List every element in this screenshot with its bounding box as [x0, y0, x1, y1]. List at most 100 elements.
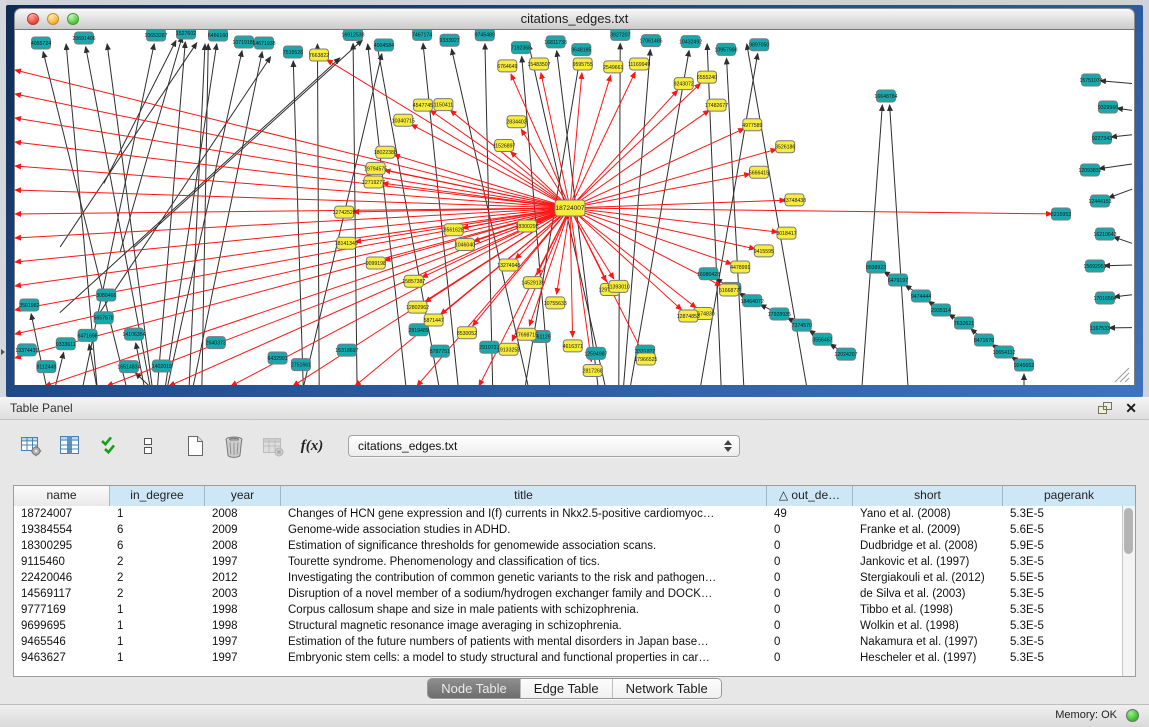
table-cell[interactable]: Estimation of significance thresholds fo…: [281, 538, 767, 554]
graph-node[interactable]: 19794575: [364, 162, 387, 174]
table-cell[interactable]: Dudbridge et al. (2008): [853, 538, 1003, 554]
select-all-button[interactable]: [96, 433, 122, 459]
close-panel-icon[interactable]: ✕: [1125, 400, 1137, 416]
table-cell[interactable]: 18300295: [14, 538, 110, 554]
table-cell[interactable]: 1997: [205, 634, 281, 650]
table-cell[interactable]: 2008: [205, 538, 281, 554]
minimize-window-button[interactable]: [47, 13, 59, 25]
table-cell[interactable]: 6: [110, 538, 205, 554]
table-cell[interactable]: 5.3E-5: [1003, 634, 1122, 650]
table-row[interactable]: 946554611997Estimation of the future num…: [14, 634, 1122, 650]
graph-node[interactable]: 11393010: [607, 280, 630, 292]
table-cell[interactable]: 9463627: [14, 650, 110, 666]
graph-node[interactable]: 3927207: [610, 30, 630, 40]
column-header-year[interactable]: year: [205, 486, 281, 506]
graph-node[interactable]: 13748438: [783, 194, 806, 206]
table-row[interactable]: 1830029562008Estimation of significance …: [14, 538, 1122, 554]
graph-node[interactable]: 4004584: [374, 39, 394, 51]
graph-node[interactable]: 16912538: [341, 30, 364, 40]
graph-node[interactable]: 7515526: [283, 46, 303, 58]
graph-node[interactable]: 12594987: [584, 347, 607, 359]
table-cell[interactable]: Wolkin et al. (1998): [853, 618, 1003, 634]
network-canvas[interactable]: 4055724206914061065328715276026466160107…: [14, 30, 1135, 385]
graph-node[interactable]: 17482677: [705, 99, 728, 111]
table-cell[interactable]: 6: [110, 522, 205, 538]
table-cell[interactable]: Hescheler et al. (1997): [853, 650, 1003, 666]
table-cell[interactable]: 0: [767, 538, 853, 554]
table-row[interactable]: 1938455462009Genome-wide association stu…: [14, 522, 1122, 538]
graph-node[interactable]: 14106354: [122, 328, 145, 340]
graph-node[interactable]: 5166877: [719, 284, 739, 296]
graph-node[interactable]: 7632621: [954, 317, 974, 329]
graph-node[interactable]: 6479197: [888, 274, 908, 286]
graph-node[interactable]: 4977589: [742, 119, 762, 131]
table-cell[interactable]: 9699695: [14, 618, 110, 634]
graph-node[interactable]: 18300295: [515, 220, 538, 232]
graph-node[interactable]: 8471676: [974, 334, 994, 346]
graph-node[interactable]: 4547745: [413, 99, 433, 111]
graph-node[interactable]: 16210643: [1093, 228, 1116, 240]
graph-node[interactable]: 15751074: [1079, 74, 1102, 86]
table-cell[interactable]: 5.3E-5: [1003, 618, 1122, 634]
graph-node[interactable]: 17928935: [768, 308, 791, 320]
graph-node[interactable]: 5666415: [749, 166, 769, 178]
close-window-button[interactable]: [27, 13, 39, 25]
graph-node[interactable]: 7192368: [511, 42, 531, 54]
table-row[interactable]: 946362711997Embryonic stem cells: a mode…: [14, 650, 1122, 666]
graph-node[interactable]: 13374439: [15, 344, 38, 356]
graph-node[interactable]: 2817268: [583, 365, 603, 377]
panel-collapse-arrow-icon[interactable]: [1, 349, 5, 355]
column-header-in-degree[interactable]: in_degree: [110, 486, 205, 506]
table-cell[interactable]: Franke et al. (2009): [853, 522, 1003, 538]
network-window-titlebar[interactable]: citations_edges.txt: [14, 8, 1135, 30]
tab-edge-table[interactable]: Edge Table: [521, 679, 613, 698]
graph-node[interactable]: 6471698: [77, 329, 97, 341]
table-row[interactable]: 969969511998Structural magnetic resonanc…: [14, 618, 1122, 634]
graph-node[interactable]: 9333611: [56, 338, 76, 350]
table-cell[interactable]: 2009: [205, 522, 281, 538]
table-cell[interactable]: 0: [767, 618, 853, 634]
graph-node[interactable]: 10340715: [392, 114, 415, 126]
graph-node[interactable]: 14671938: [252, 37, 275, 49]
table-cell[interactable]: Structural magnetic resonance image aver…: [281, 618, 767, 634]
graph-node[interactable]: 2834403: [506, 116, 526, 128]
table-cell[interactable]: 1: [110, 634, 205, 650]
graph-node[interactable]: 11526897: [493, 139, 516, 151]
graph-node[interactable]: 6764649: [497, 60, 517, 72]
delete-columns-button[interactable]: [221, 433, 247, 459]
graph-node[interactable]: 8215953: [1051, 208, 1071, 220]
table-cell[interactable]: 0: [767, 570, 853, 586]
graph-node[interactable]: 10654112: [993, 346, 1016, 358]
graph-node[interactable]: 12444153: [1088, 195, 1111, 207]
table-cell[interactable]: 1997: [205, 554, 281, 570]
table-selector-dropdown[interactable]: citations_edges.txt: [348, 435, 740, 457]
table-cell[interactable]: 5.3E-5: [1003, 650, 1122, 666]
graph-node[interactable]: 2549661: [603, 61, 623, 73]
table-cell[interactable]: 5.6E-5: [1003, 522, 1122, 538]
graph-node[interactable]: 12874853: [677, 310, 700, 322]
column-header-short[interactable]: short: [853, 486, 1003, 506]
graph-node[interactable]: 18724007: [555, 200, 585, 216]
table-cell[interactable]: 2: [110, 554, 205, 570]
graph-node[interactable]: 19133258: [497, 343, 520, 355]
table-cell[interactable]: 1: [110, 506, 205, 522]
graph-node[interactable]: 6466160: [208, 30, 228, 41]
graph-node[interactable]: 17698715: [515, 328, 538, 340]
graph-node[interactable]: 9099198: [366, 257, 386, 269]
delete-table-button[interactable]: [260, 433, 286, 459]
table-row[interactable]: 2242004622012Investigating the contribut…: [14, 570, 1122, 586]
function-builder-button[interactable]: f(x): [299, 433, 325, 459]
graph-node[interactable]: 4616371: [563, 340, 583, 352]
table-cell[interactable]: 19384554: [14, 522, 110, 538]
table-cell[interactable]: 2008: [205, 506, 281, 522]
graph-node[interactable]: 2751661: [291, 359, 311, 371]
graph-node[interactable]: 10755633: [544, 297, 567, 309]
graph-node[interactable]: 12024207: [834, 348, 857, 360]
graph-node[interactable]: 1167533: [1090, 322, 1110, 334]
graph-node[interactable]: 17966525: [634, 353, 657, 365]
table-row[interactable]: 977716911998Corpus callosum shape and si…: [14, 602, 1122, 618]
column-header-out-degree-sorted[interactable]: △ out_de…: [767, 486, 853, 506]
table-cell[interactable]: 0: [767, 634, 853, 650]
graph-node[interactable]: 15857387: [402, 275, 425, 287]
column-header-name[interactable]: name: [14, 486, 110, 506]
